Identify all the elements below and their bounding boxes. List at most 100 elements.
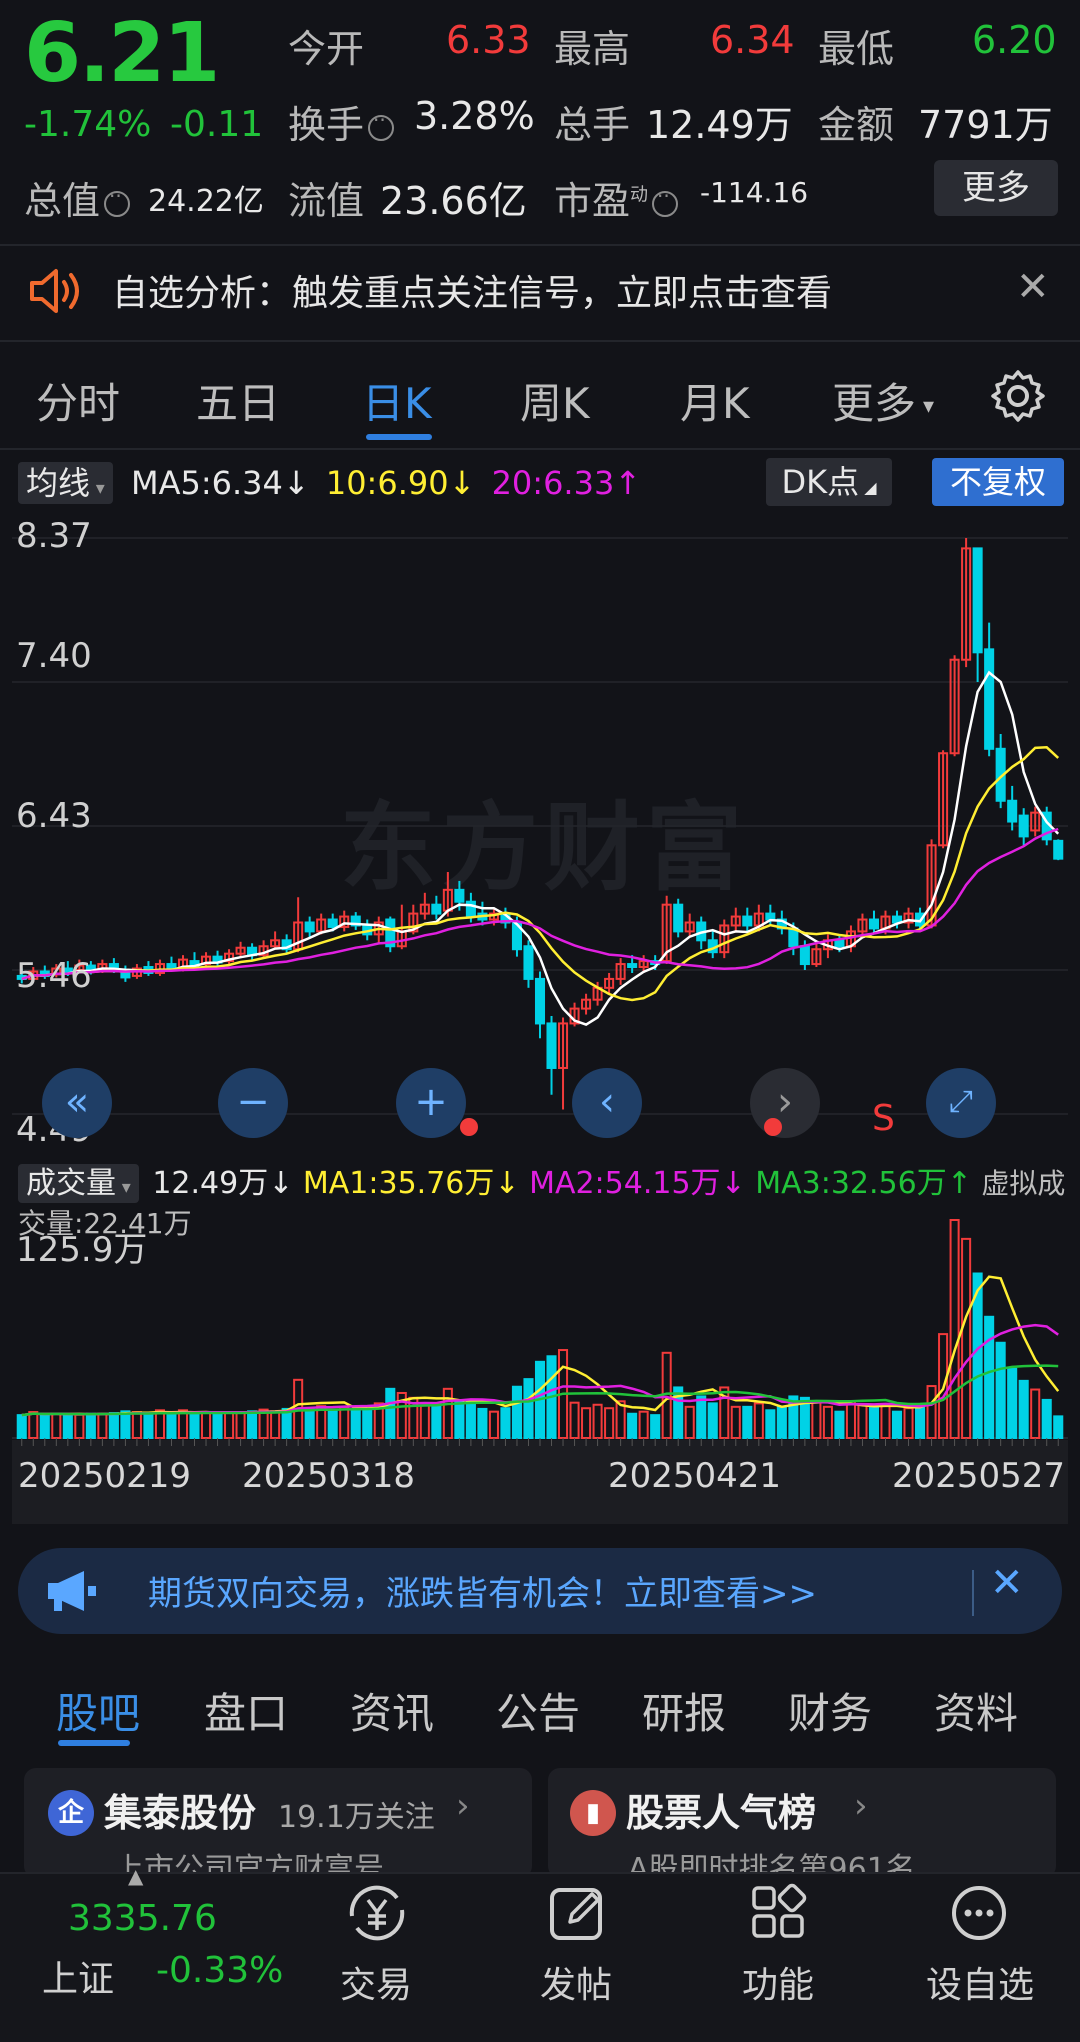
- tab-daily-k[interactable]: 日K: [362, 370, 432, 431]
- candle-body: [534, 977, 546, 1025]
- popularity-subtitle: A股即时排名第961名: [628, 1852, 916, 1874]
- divider: [0, 244, 1080, 246]
- volume-bar: [880, 1403, 891, 1439]
- tab-pankou[interactable]: 盘口: [204, 1680, 288, 1741]
- fullscreen-button[interactable]: ⤢: [926, 1068, 996, 1138]
- nav-add-watch[interactable]: 设自选: [926, 1956, 1034, 2008]
- chevron-right-icon: ›: [854, 1786, 868, 1826]
- tab-five-day[interactable]: 五日: [196, 370, 280, 431]
- volume-bar: [51, 1412, 62, 1440]
- volume-bar: [627, 1412, 638, 1440]
- volume-bar: [834, 1410, 845, 1439]
- volume-bar: [304, 1407, 315, 1440]
- next-button[interactable]: ›: [750, 1068, 820, 1138]
- candlestick-chart[interactable]: [12, 514, 1068, 1148]
- volume-select[interactable]: 成交量 ▾: [18, 1164, 139, 1203]
- tab-profile[interactable]: 资料: [934, 1680, 1018, 1741]
- caret-up-icon: ▲: [128, 1864, 144, 1888]
- volume-bar: [488, 1410, 499, 1439]
- company-card[interactable]: 企 集泰股份 19.1万关注 › 上市公司官方财富号: [24, 1768, 532, 1878]
- candle-body: [431, 903, 442, 915]
- last-price: 6.21: [24, 6, 220, 101]
- tab-research[interactable]: 研报: [642, 1680, 726, 1741]
- more-dots-icon[interactable]: [948, 1882, 1010, 1944]
- tab-guba[interactable]: 股吧: [56, 1680, 140, 1741]
- mktcap-label[interactable]: 总值: [24, 170, 131, 225]
- change-pct: -1.74%: [24, 104, 152, 145]
- pe-label[interactable]: 市盈动: [554, 170, 679, 225]
- adjust-button[interactable]: 不复权: [932, 458, 1064, 506]
- candle-body: [799, 945, 810, 966]
- index-change[interactable]: -0.33%: [156, 1950, 283, 1991]
- volume-bar: [730, 1405, 741, 1440]
- chart-bar-icon: ▮: [570, 1790, 616, 1836]
- alert-text[interactable]: 自选分析：触发重点关注信号，立即点击查看: [112, 264, 832, 316]
- tab-weekly-k[interactable]: 周K: [520, 370, 590, 431]
- open-value: 6.33: [446, 18, 531, 62]
- nav-trade[interactable]: 交易: [340, 1956, 412, 2008]
- zoom-out-button[interactable]: −: [218, 1068, 288, 1138]
- info-icon[interactable]: [368, 108, 395, 141]
- amount-label: 金额: [818, 103, 895, 147]
- volume-bar: [247, 1410, 258, 1440]
- nav-post[interactable]: 发帖: [540, 1956, 612, 2008]
- volume-bar: [984, 1315, 995, 1439]
- volume-bar: [189, 1412, 200, 1439]
- volume-bar: [696, 1395, 707, 1439]
- volume-bar: [753, 1402, 764, 1439]
- more-button[interactable]: 更多: [934, 160, 1058, 216]
- trade-yen-icon[interactable]: [342, 1882, 412, 1944]
- post-edit-icon[interactable]: [546, 1882, 608, 1944]
- candle-body: [984, 648, 995, 750]
- prev-button[interactable]: ‹: [572, 1068, 642, 1138]
- ma10-value: 10:6.90↓: [325, 464, 476, 502]
- follow-count: 19.1万关注: [278, 1800, 435, 1835]
- volume-bar: [120, 1410, 131, 1440]
- index-value[interactable]: 3335.76: [68, 1898, 217, 1939]
- close-icon[interactable]: ✕: [1016, 264, 1050, 310]
- gear-icon[interactable]: [990, 368, 1046, 424]
- volume-bar: [604, 1407, 615, 1440]
- volume-bar: [822, 1405, 833, 1440]
- chevron-right-icon: ›: [456, 1786, 470, 1826]
- popularity-card[interactable]: ▮ 股票人气榜 › A股即时排名第961名: [548, 1768, 1056, 1878]
- tab-intraday[interactable]: 分时: [36, 370, 120, 431]
- nav-functions[interactable]: 功能: [742, 1956, 814, 2008]
- zoom-in-button[interactable]: +: [396, 1068, 466, 1138]
- volume-bar: [776, 1405, 787, 1440]
- volume-bar: [995, 1341, 1006, 1439]
- tab-announcements[interactable]: 公告: [496, 1680, 580, 1741]
- turnover-label[interactable]: 换手: [288, 94, 395, 149]
- volume-bar: [500, 1407, 511, 1440]
- low-value: 6.20: [972, 18, 1057, 62]
- tab-finance[interactable]: 财务: [788, 1680, 872, 1741]
- volume-bar: [523, 1378, 534, 1440]
- grid-apps-icon[interactable]: [748, 1882, 810, 1944]
- close-icon[interactable]: ✕: [990, 1560, 1024, 1606]
- tab-monthly-k[interactable]: 月K: [680, 370, 750, 431]
- info-icon[interactable]: [652, 184, 679, 217]
- tab-more[interactable]: 更多 ▾: [832, 370, 934, 431]
- ma-legend: 均线 ▾ MA5:6.34↓ 10:6.90↓ 20:6.33↑: [18, 458, 641, 504]
- info-icon[interactable]: [104, 184, 131, 217]
- ma-select[interactable]: 均线 ▾: [18, 462, 113, 504]
- volume-today: 12.49万↓: [152, 1166, 294, 1201]
- notification-dot: [460, 1118, 478, 1136]
- volume-bar: [385, 1387, 396, 1439]
- ma10-line: [21, 746, 1060, 1002]
- dk-point-button[interactable]: DK点 ◢: [766, 458, 892, 506]
- tab-news[interactable]: 资讯: [350, 1680, 434, 1741]
- promo-text[interactable]: 期货双向交易，涨跌皆有机会！立即查看>>: [148, 1566, 817, 1615]
- volume-bar: [707, 1402, 718, 1439]
- volume-bar: [362, 1407, 373, 1440]
- volume-bar: [28, 1411, 39, 1440]
- fast-back-button[interactable]: «: [42, 1068, 112, 1138]
- index-name[interactable]: 上证: [42, 1950, 114, 2002]
- tab-underline: [58, 1740, 130, 1746]
- candle-body: [868, 918, 880, 930]
- vol-ma3: MA3:32.56万↑: [755, 1166, 972, 1201]
- volume-bar: [177, 1409, 189, 1439]
- candle-body: [304, 921, 315, 933]
- volume-bar: [339, 1406, 350, 1439]
- volume-bar: [442, 1387, 453, 1439]
